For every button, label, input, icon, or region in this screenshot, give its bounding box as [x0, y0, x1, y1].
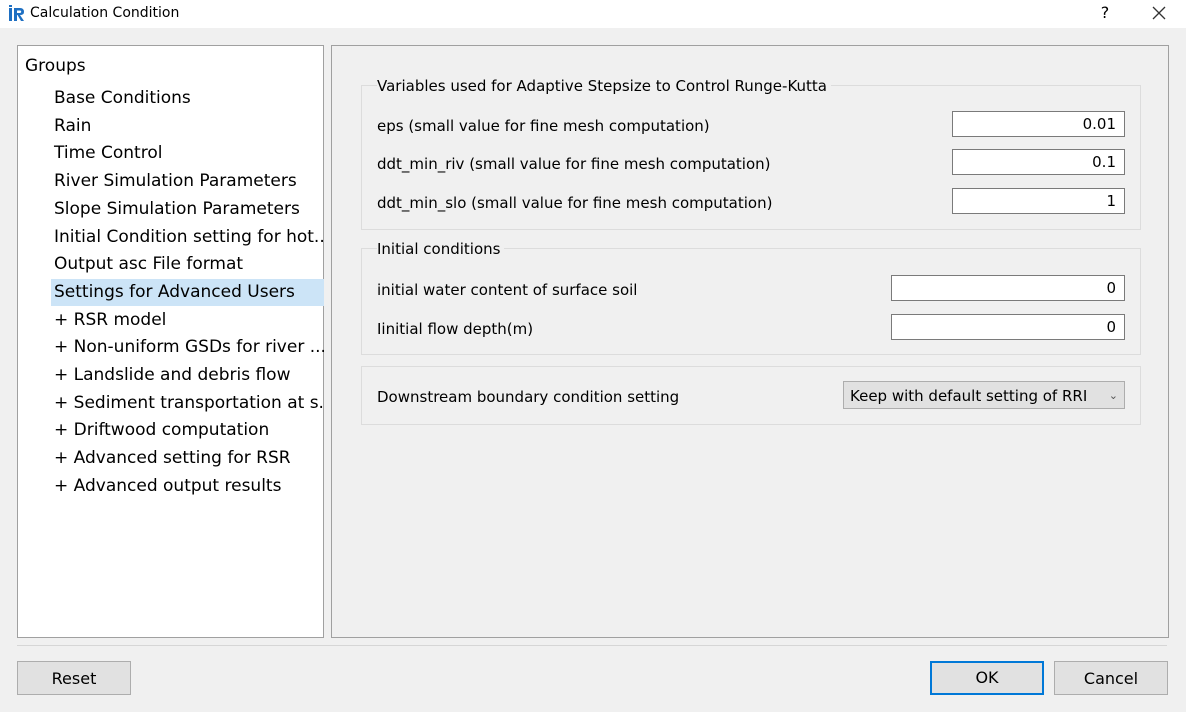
adaptive-stepsize-group: Variables used for Adaptive Stepsize to … [361, 77, 1141, 230]
initial-water-content-input[interactable] [891, 275, 1125, 301]
groups-header: Groups [25, 56, 86, 76]
adaptive-stepsize-title: Variables used for Adaptive Stepsize to … [377, 77, 831, 95]
group-item[interactable]: Settings for Advanced Users [51, 278, 324, 306]
initial-water-content-label: initial water content of surface soil [377, 281, 638, 299]
group-item[interactable]: + Driftwood computation [51, 417, 324, 444]
downstream-boundary-value: Keep with default setting of RRI [850, 387, 1088, 405]
downstream-boundary-group: Downstream boundary condition setting Ke… [361, 366, 1141, 425]
divider [17, 645, 1167, 646]
settings-panel: Variables used for Adaptive Stepsize to … [331, 45, 1169, 638]
group-item[interactable]: + Landslide and debris flow [51, 362, 324, 389]
group-item[interactable]: Rain [51, 113, 324, 140]
window-title: Calculation Condition [30, 5, 180, 21]
group-item[interactable]: + RSR model [51, 307, 324, 334]
eps-label: eps (small value for fine mesh computati… [377, 117, 710, 135]
initial-conditions-group: Initial conditions initial water content… [361, 240, 1141, 355]
group-item[interactable]: + Sediment transportation at s... [51, 390, 324, 417]
group-item[interactable]: Slope Simulation Parameters [51, 196, 324, 223]
initial-flow-depth-input[interactable] [891, 314, 1125, 340]
eps-input[interactable] [952, 111, 1125, 137]
initial-flow-depth-label: Iinitial flow depth(m) [377, 320, 534, 338]
group-item[interactable]: Time Control [51, 140, 324, 167]
initial-conditions-title: Initial conditions [377, 240, 505, 258]
group-item[interactable]: Base Conditions [51, 85, 324, 112]
group-item[interactable]: Output asc File format [51, 251, 324, 278]
downstream-boundary-select[interactable]: Keep with default setting of RRI ⌄ [843, 381, 1125, 409]
ddt-min-riv-input[interactable] [952, 149, 1125, 175]
group-item[interactable]: River Simulation Parameters [51, 168, 324, 195]
reset-button[interactable]: Reset [17, 661, 131, 695]
ddt-min-riv-label: ddt_min_riv (small value for fine mesh c… [377, 155, 771, 173]
chevron-down-icon: ⌄ [1108, 389, 1118, 402]
app-logo-icon [9, 5, 24, 21]
ok-button[interactable]: OK [930, 661, 1044, 695]
close-icon[interactable] [1148, 2, 1170, 24]
cancel-button[interactable]: Cancel [1054, 661, 1168, 695]
ddt-min-slo-label: ddt_min_slo (small value for fine mesh c… [377, 194, 773, 212]
title-bar: Calculation Condition ? [0, 0, 1186, 28]
group-item[interactable]: + Non-uniform GSDs for river ... [51, 334, 324, 361]
group-item[interactable]: Initial Condition setting for hot... [51, 224, 324, 251]
help-button[interactable]: ? [1094, 2, 1116, 24]
downstream-boundary-label: Downstream boundary condition setting [377, 388, 680, 406]
group-item[interactable]: + Advanced output results [51, 473, 324, 500]
group-item[interactable]: + Advanced setting for RSR [51, 445, 324, 472]
groups-tree[interactable]: Groups Base Conditions Rain Time Control Ri… [17, 45, 324, 638]
ddt-min-slo-input[interactable] [952, 188, 1125, 214]
